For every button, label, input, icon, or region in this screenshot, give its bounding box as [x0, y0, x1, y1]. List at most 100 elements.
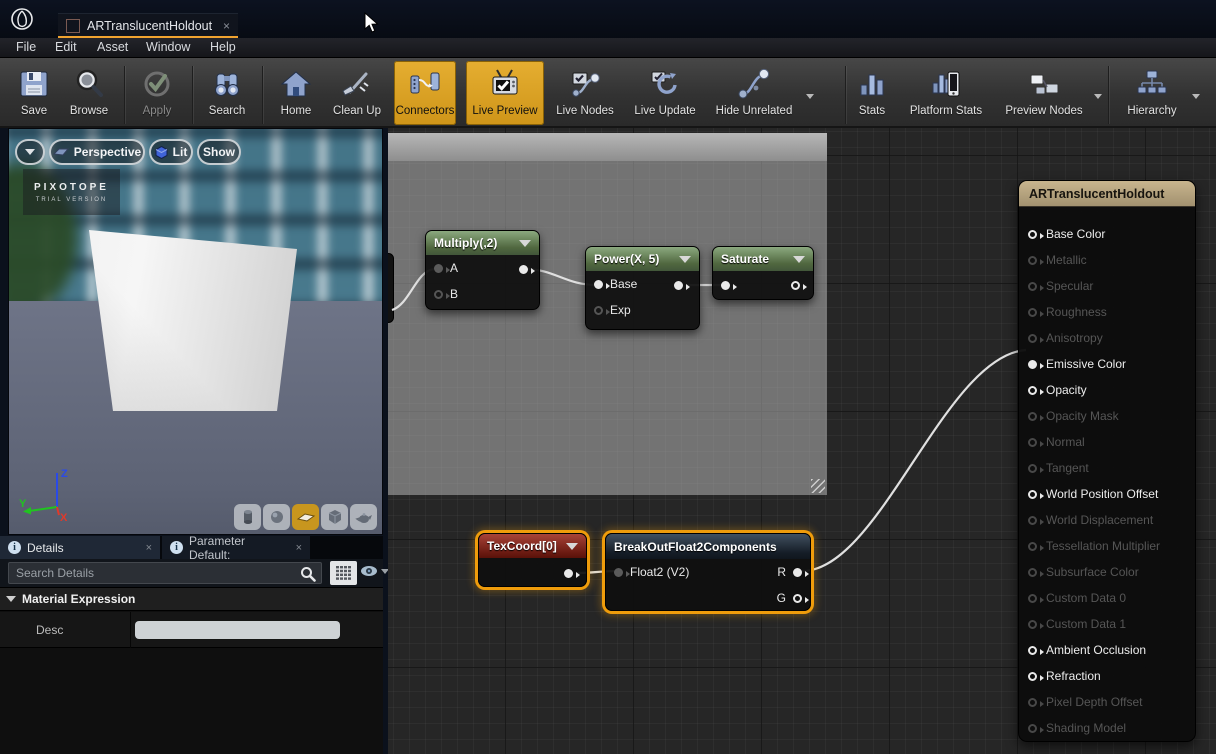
menu-file[interactable]: File: [16, 40, 36, 54]
connectors-button[interactable]: Connectors: [394, 61, 456, 125]
perspective-icon: [53, 147, 69, 157]
show-button[interactable]: Show: [197, 139, 241, 165]
node-multiply-header[interactable]: Multiply(,2): [426, 231, 539, 255]
breakout-output-g-pin[interactable]: [793, 594, 802, 603]
pin-tangent[interactable]: [1028, 464, 1037, 473]
chevron-down-icon[interactable]: [793, 256, 805, 263]
pin-custom-data-0[interactable]: [1028, 594, 1037, 603]
browse-button[interactable]: Browse: [60, 61, 118, 125]
column-divider[interactable]: [130, 612, 131, 648]
asset-tab[interactable]: ARTranslucentHoldout ×: [58, 13, 238, 38]
material-graph-canvas[interactable]: Multiply(,2) A B Power(X, 5) Base Exp Sa…: [388, 128, 1216, 754]
node-saturate-header[interactable]: Saturate: [713, 247, 813, 271]
pin-custom-data-1[interactable]: [1028, 620, 1037, 629]
pin-world-position-offset[interactable]: [1028, 490, 1037, 499]
pin-specular[interactable]: [1028, 282, 1037, 291]
node-saturate[interactable]: Saturate: [712, 246, 814, 300]
multiply-input-b-pin[interactable]: [434, 290, 443, 299]
comment-box-header[interactable]: [388, 133, 827, 161]
menu-edit[interactable]: Edit: [55, 40, 77, 54]
menu-asset[interactable]: Asset: [97, 40, 128, 54]
preview-nodes-button[interactable]: Preview Nodes: [998, 61, 1090, 125]
perspective-button[interactable]: Perspective: [49, 139, 145, 165]
desc-value-input[interactable]: [135, 621, 340, 639]
pin-opacity[interactable]: [1028, 386, 1037, 395]
toolbar-separator: [262, 66, 263, 124]
breakout-output-r-pin[interactable]: [793, 568, 802, 577]
pin-normal[interactable]: [1028, 438, 1037, 447]
pin-world-displacement[interactable]: [1028, 516, 1037, 525]
tab-close-icon[interactable]: ×: [223, 19, 230, 33]
pin-ambient-occlusion[interactable]: [1028, 646, 1037, 655]
texcoord-output-pin[interactable]: [564, 569, 573, 578]
pin-pixel-depth-offset[interactable]: [1028, 698, 1037, 707]
pin-subsurface-color[interactable]: [1028, 568, 1037, 577]
lit-button[interactable]: Lit: [149, 139, 193, 165]
stats-button[interactable]: Stats: [850, 61, 894, 125]
cube-shape-button[interactable]: [321, 504, 348, 530]
live-update-button[interactable]: Live Update: [628, 61, 702, 125]
node-texcoord[interactable]: TexCoord[0]: [478, 533, 587, 587]
pin-refraction[interactable]: [1028, 672, 1037, 681]
tab-details[interactable]: i Details ×: [0, 536, 160, 559]
hide-unrelated-dropdown-icon[interactable]: [806, 94, 814, 99]
node-texcoord-header[interactable]: TexCoord[0]: [479, 534, 586, 558]
saturate-output-pin[interactable]: [791, 281, 800, 290]
home-button[interactable]: Home: [268, 61, 324, 125]
teapot-shape-button[interactable]: [350, 504, 377, 530]
saturate-input-pin[interactable]: [721, 281, 730, 290]
power-input-exp-pin[interactable]: [594, 306, 603, 315]
hide-unrelated-button[interactable]: Hide Unrelated: [708, 61, 800, 125]
node-multiply[interactable]: Multiply(,2) A B: [425, 230, 540, 310]
multiply-output-pin[interactable]: [519, 265, 528, 274]
live-nodes-button[interactable]: Live Nodes: [550, 61, 620, 125]
viewport-options-button[interactable]: [15, 139, 45, 165]
details-tab-close-icon[interactable]: ×: [146, 542, 152, 554]
node-breakout-header[interactable]: BreakOutFloat2Components: [606, 534, 810, 559]
offscreen-node-edge[interactable]: [388, 253, 394, 323]
save-button[interactable]: Save: [8, 61, 60, 125]
node-power[interactable]: Power(X, 5) Base Exp: [585, 246, 700, 330]
node-power-header[interactable]: Power(X, 5): [586, 247, 699, 271]
property-matrix-button[interactable]: [330, 561, 357, 585]
menu-help[interactable]: Help: [210, 40, 236, 54]
pin-emissive-color[interactable]: [1028, 360, 1037, 369]
plane-shape-button[interactable]: [292, 504, 319, 530]
hierarchy-button[interactable]: Hierarchy: [1118, 61, 1186, 125]
chevron-down-icon[interactable]: [566, 543, 578, 550]
view-options-button[interactable]: [360, 564, 389, 578]
material-result-node[interactable]: ARTranslucentHoldout Base Color Metallic…: [1018, 180, 1196, 742]
node-breakout-float2[interactable]: BreakOutFloat2Components Float2 (V2) R G: [605, 533, 811, 611]
pin-opacity-mask[interactable]: [1028, 412, 1037, 421]
menu-window[interactable]: Window: [146, 40, 190, 54]
tab-parameter-defaults[interactable]: i Parameter Default: ×: [162, 536, 310, 559]
live-preview-button[interactable]: Live Preview: [466, 61, 544, 125]
material-expression-section-header[interactable]: Material Expression: [0, 587, 383, 611]
preview-viewport[interactable]: Perspective Lit Show PIXOTOPE TRIAL VERS…: [8, 128, 383, 535]
platform-stats-button[interactable]: Platform Stats: [900, 61, 992, 125]
search-button[interactable]: Search: [196, 61, 258, 125]
pin-tessellation-multiplier[interactable]: [1028, 542, 1037, 551]
power-output-pin[interactable]: [674, 281, 683, 290]
apply-button[interactable]: Apply: [128, 61, 186, 125]
chevron-down-icon[interactable]: [519, 240, 531, 247]
power-input-base-pin[interactable]: [594, 280, 603, 289]
pin-metallic[interactable]: [1028, 256, 1037, 265]
multiply-input-a-pin[interactable]: [434, 264, 443, 273]
chevron-down-icon[interactable]: [679, 256, 691, 263]
comment-resize-handle[interactable]: [811, 479, 825, 493]
search-details-input[interactable]: [8, 562, 322, 584]
hierarchy-dropdown-icon[interactable]: [1192, 94, 1200, 99]
clean-up-button[interactable]: Clean Up: [326, 61, 388, 125]
pin-roughness[interactable]: [1028, 308, 1037, 317]
pixotope-watermark: PIXOTOPE TRIAL VERSION: [23, 169, 120, 215]
pin-shading-model[interactable]: [1028, 724, 1037, 733]
preview-nodes-dropdown-icon[interactable]: [1094, 94, 1102, 99]
info-icon: i: [170, 541, 183, 554]
breakout-input-float2-pin[interactable]: [614, 568, 623, 577]
cylinder-shape-button[interactable]: [234, 504, 261, 530]
sphere-shape-button[interactable]: [263, 504, 290, 530]
pin-base-color[interactable]: [1028, 230, 1037, 239]
parameter-defaults-tab-close-icon[interactable]: ×: [296, 542, 302, 554]
pin-anisotropy[interactable]: [1028, 334, 1037, 343]
